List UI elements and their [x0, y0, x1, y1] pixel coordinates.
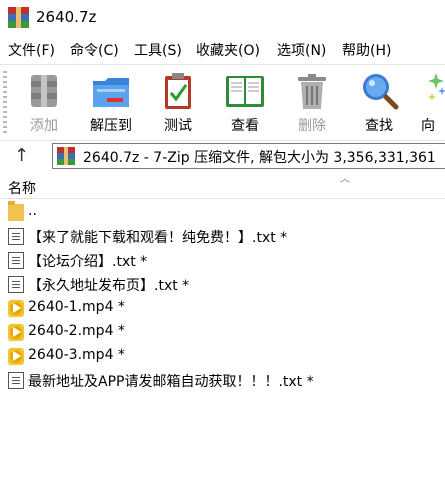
text-file-icon: [8, 372, 24, 389]
text-file-icon: [8, 228, 24, 245]
view-button[interactable]: 查看: [216, 65, 274, 141]
menu-file[interactable]: 文件(F): [8, 40, 55, 60]
menu-help[interactable]: 帮助(H): [342, 40, 391, 60]
file-name: 2640-1.mp4 *: [28, 299, 125, 315]
file-name: 2640-3.mp4 *: [28, 347, 125, 363]
list-item[interactable]: 【来了就能下载和观看！纯免费！】.txt *: [0, 224, 445, 248]
magnifier-icon: [363, 74, 399, 110]
list-item[interactable]: ..: [0, 200, 445, 224]
sort-ascending-icon: ︿: [340, 174, 350, 185]
file-name: ..: [28, 203, 37, 219]
menu-bar: 文件(F) 命令(C) 工具(S) 收藏夹(O) 选项(N) 帮助(H): [0, 38, 445, 62]
test-button[interactable]: 测试: [150, 65, 206, 141]
find-button[interactable]: 查找: [350, 65, 408, 141]
file-name: 【来了就能下载和观看！纯免费！】.txt *: [28, 230, 288, 246]
wizard-icon: [428, 73, 445, 101]
extract-to-label: 解压到: [90, 118, 132, 134]
view-label: 查看: [231, 118, 259, 134]
file-name: 2640-2.mp4 *: [28, 323, 125, 339]
list-item[interactable]: 【永久地址发布页】.txt *: [0, 272, 445, 296]
column-name-label: 名称: [8, 181, 36, 197]
address-field[interactable]: 2640.7z - 7-Zip 压缩文件, 解包大小为 3,356,331,36…: [52, 143, 445, 169]
extract-to-button[interactable]: 解压到: [82, 65, 140, 141]
up-arrow-icon[interactable]: ↑: [14, 145, 29, 166]
column-header-name[interactable]: ︿ 名称: [0, 172, 445, 199]
add-button[interactable]: 添加: [16, 65, 72, 141]
delete-label: 删除: [298, 118, 326, 134]
extract-folder-icon: [93, 78, 129, 107]
wizard-button[interactable]: 向: [418, 65, 445, 141]
list-item[interactable]: 2640-3.mp4 *: [0, 344, 445, 368]
test-clipboard-icon: [165, 73, 191, 109]
title-bar: 2640.7z: [0, 0, 445, 36]
text-file-icon: [8, 276, 24, 293]
menu-command[interactable]: 命令(C): [70, 40, 119, 60]
file-rows: .. 【来了就能下载和观看！纯免费！】.txt * 【论坛介绍】.txt * 【…: [0, 200, 445, 392]
video-file-icon: [8, 348, 24, 365]
find-label: 查找: [365, 118, 393, 134]
toolbar: 添加 解压到 测试 查看 删除 查找 向: [0, 64, 445, 141]
list-item[interactable]: 2640-2.mp4 *: [0, 320, 445, 344]
window-title: 2640.7z: [36, 8, 97, 26]
winrar-app-icon: [8, 7, 29, 28]
menu-favorites[interactable]: 收藏夹(O): [196, 40, 260, 60]
archive-icon: [57, 147, 75, 165]
menu-tools[interactable]: 工具(S): [134, 40, 182, 60]
toolbar-grip[interactable]: [3, 71, 7, 133]
add-label: 添加: [30, 118, 58, 134]
file-name: 【论坛介绍】.txt *: [28, 254, 148, 270]
video-file-icon: [8, 300, 24, 317]
file-name: 最新地址及APP请发邮箱自动获取！！！.txt *: [28, 374, 314, 390]
list-item[interactable]: 最新地址及APP请发邮箱自动获取！！！.txt *: [0, 368, 445, 392]
view-book-icon: [226, 76, 264, 107]
file-name: 【永久地址发布页】.txt *: [28, 278, 190, 294]
menu-options[interactable]: 选项(N): [277, 40, 326, 60]
list-item[interactable]: 2640-1.mp4 *: [0, 296, 445, 320]
add-icon: [31, 75, 57, 107]
list-item[interactable]: 【论坛介绍】.txt *: [0, 248, 445, 272]
file-list[interactable]: ︿ 名称 .. 【来了就能下载和观看！纯免费！】.txt * 【论坛介绍】.tx…: [0, 172, 445, 479]
folder-icon: [8, 201, 24, 221]
address-text: 2640.7z - 7-Zip 压缩文件, 解包大小为 3,356,331,36…: [83, 150, 436, 166]
test-label: 测试: [164, 118, 192, 134]
wizard-label: 向: [421, 118, 435, 134]
address-bar: ↑ 2640.7z - 7-Zip 压缩文件, 解包大小为 3,356,331,…: [0, 140, 445, 171]
trash-icon: [298, 74, 326, 109]
video-file-icon: [8, 324, 24, 341]
text-file-icon: [8, 252, 24, 269]
delete-button[interactable]: 删除: [284, 65, 340, 141]
